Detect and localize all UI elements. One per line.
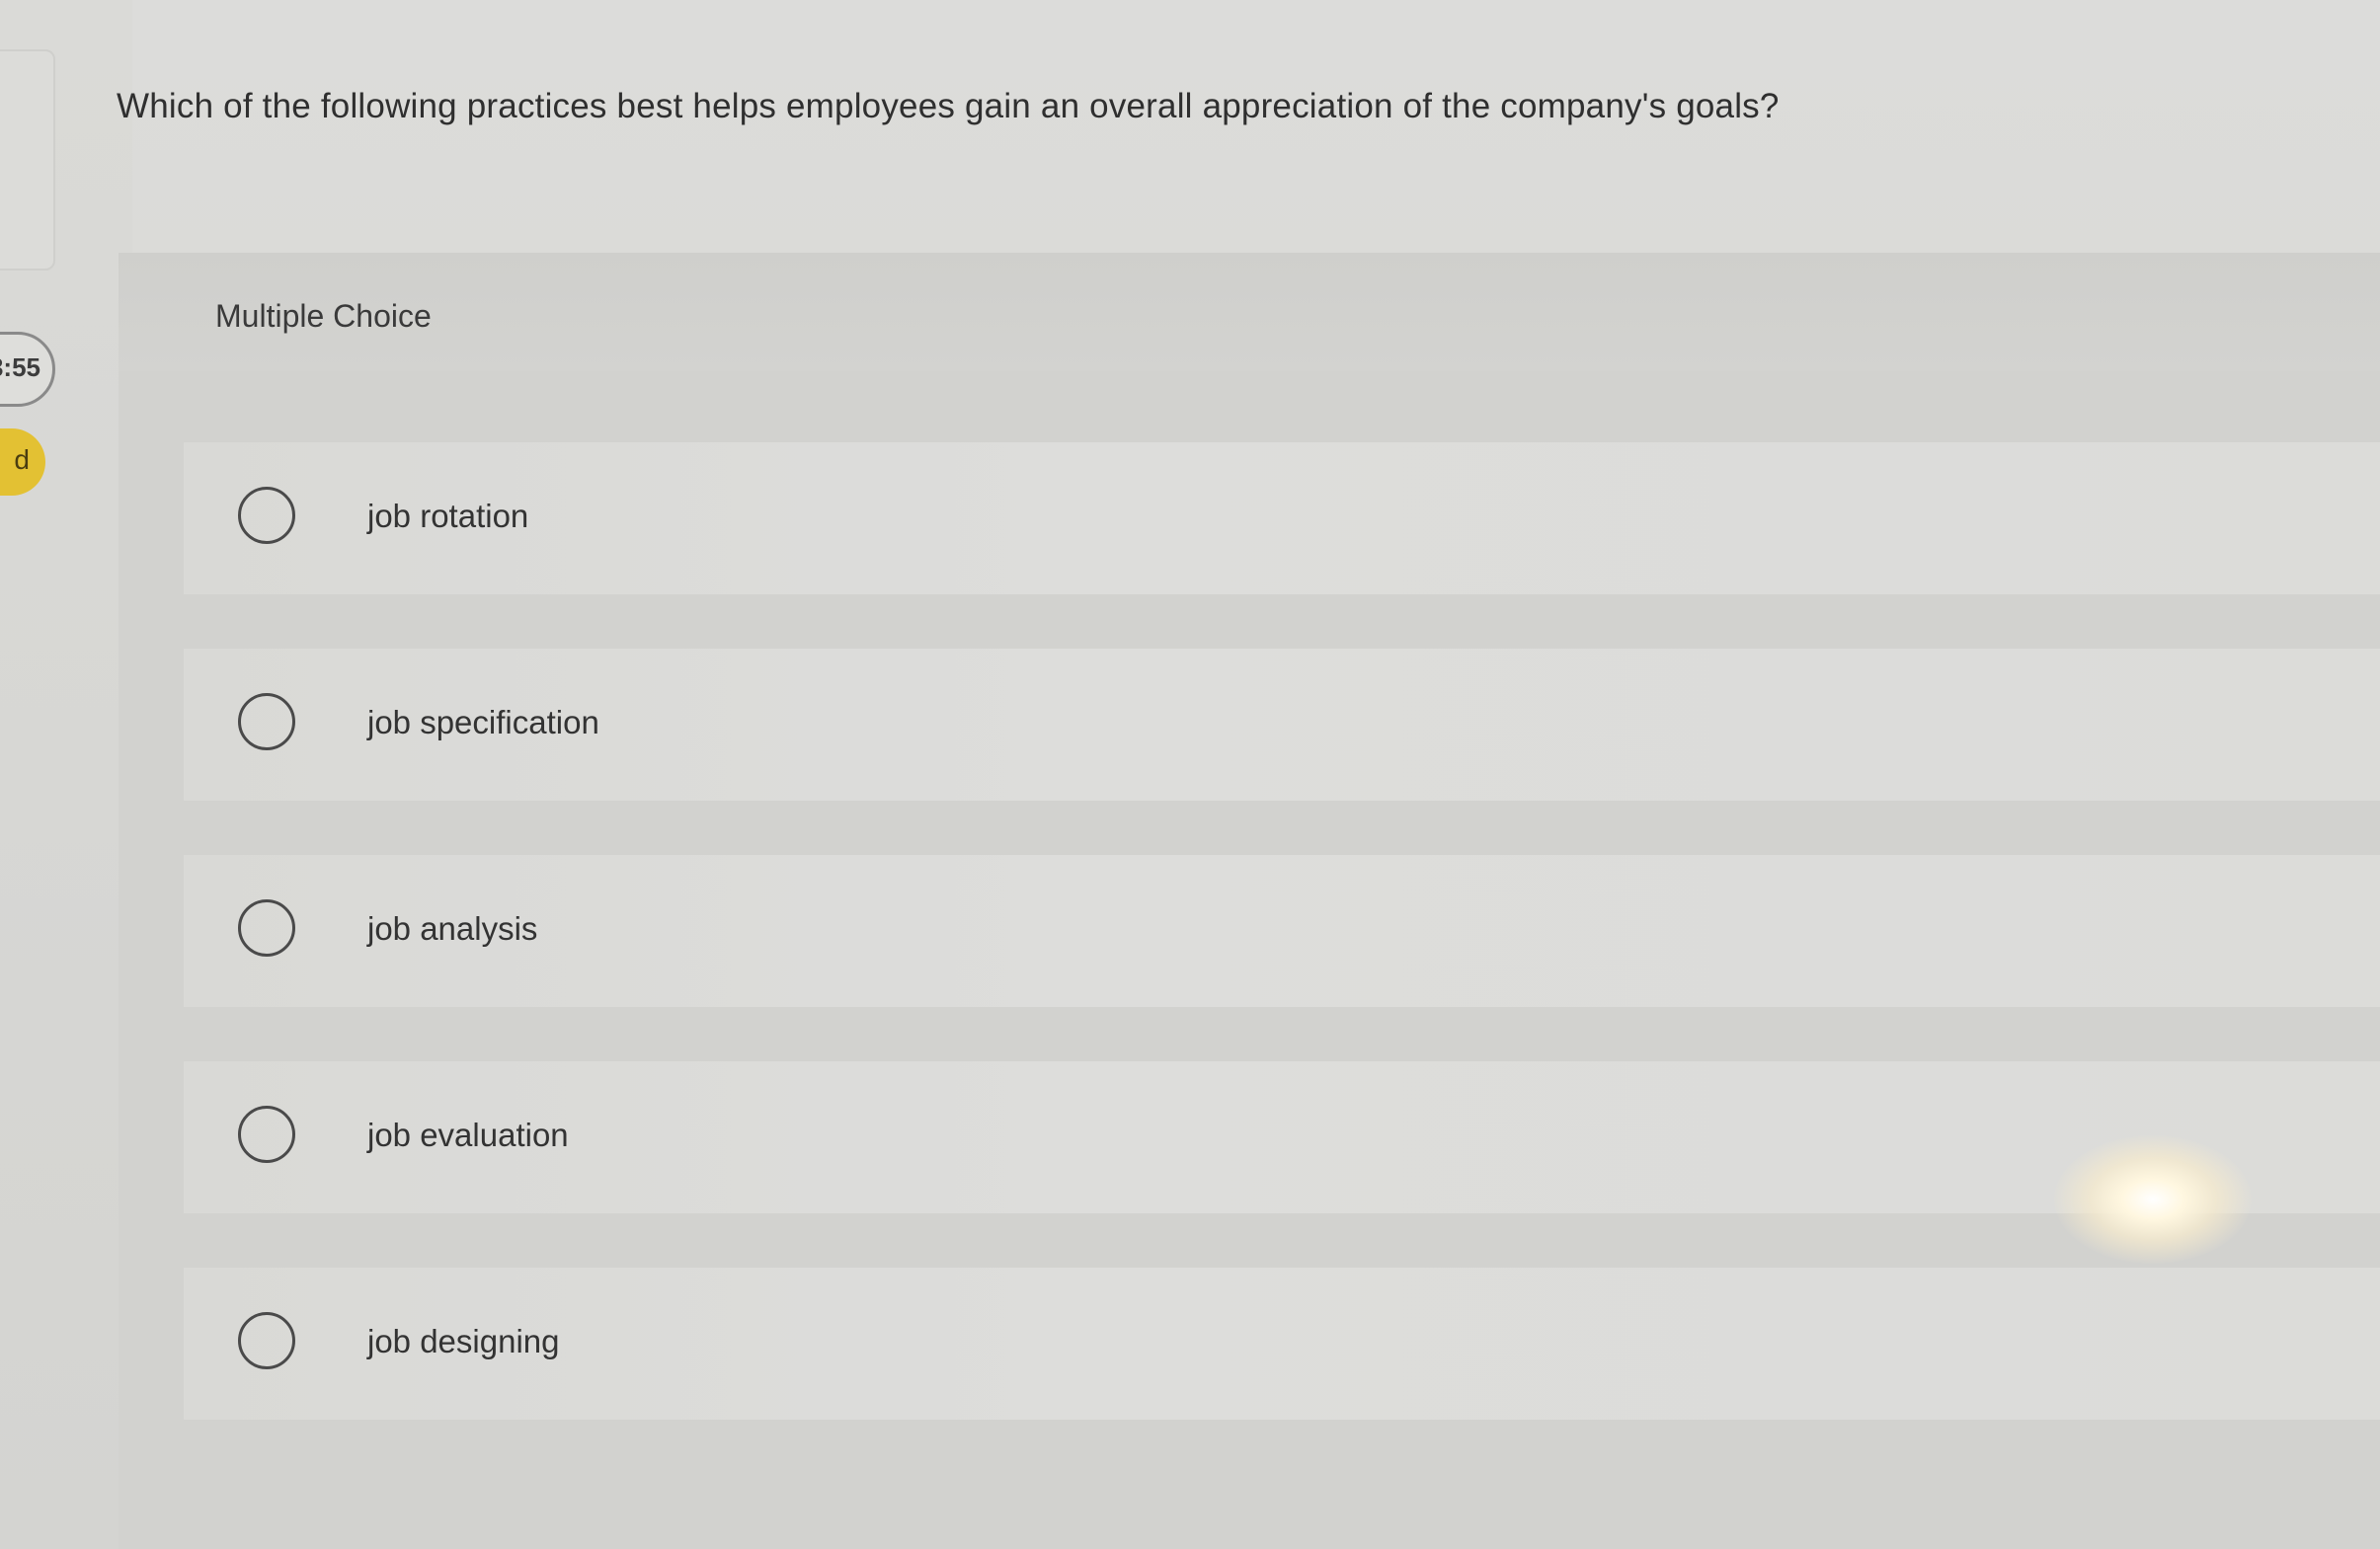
timer-text: 3:55 xyxy=(0,352,40,382)
left-rail: 3:55 d xyxy=(0,0,132,1549)
answer-options: job rotation job specification job analy… xyxy=(184,442,2380,1474)
radio-button-icon[interactable] xyxy=(238,899,295,957)
answer-option[interactable]: job analysis xyxy=(184,855,2380,1007)
answer-option-label: job designing xyxy=(367,1323,560,1359)
answer-option-label: job evaluation xyxy=(367,1117,569,1153)
rail-card xyxy=(0,49,55,271)
answer-option-label: job specification xyxy=(367,704,599,740)
radio-button-icon[interactable] xyxy=(238,693,295,750)
question-text: Which of the following practices best he… xyxy=(117,87,1780,125)
answer-option-label: job analysis xyxy=(367,910,538,947)
radio-button-icon[interactable] xyxy=(238,1106,295,1163)
answer-panel: Multiple Choice job rotation job specifi… xyxy=(119,253,2380,1549)
answer-option[interactable]: job designing xyxy=(184,1268,2380,1420)
answer-option[interactable]: job rotation xyxy=(184,442,2380,594)
status-text: d xyxy=(14,444,30,475)
radio-button-icon[interactable] xyxy=(238,487,295,544)
status-badge[interactable]: d xyxy=(0,428,45,496)
answer-option[interactable]: job specification xyxy=(184,649,2380,801)
timer-badge: 3:55 xyxy=(0,332,55,407)
question-type-label: Multiple Choice xyxy=(215,298,432,334)
answer-option[interactable]: job evaluation xyxy=(184,1061,2380,1213)
answer-panel-header: Multiple Choice xyxy=(119,253,2380,371)
answer-option-label: job rotation xyxy=(367,498,529,534)
radio-button-icon[interactable] xyxy=(238,1312,295,1369)
